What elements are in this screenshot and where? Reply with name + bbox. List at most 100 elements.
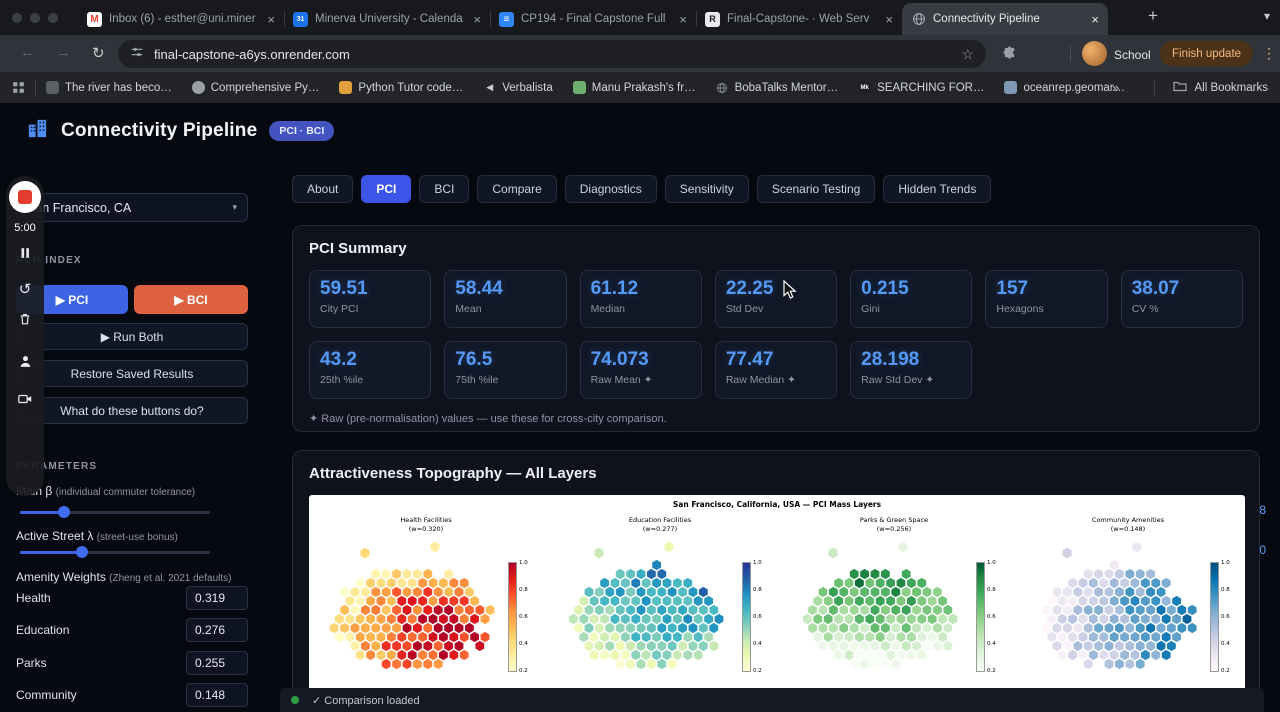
extensions-icon[interactable] xyxy=(1002,46,1017,66)
buttons-help-button[interactable]: What do these buttons do? xyxy=(16,397,248,424)
tab-title: CP194 - Final Capstone Full xyxy=(521,13,666,25)
folder-icon xyxy=(1172,80,1187,95)
weight-input-education[interactable] xyxy=(186,618,248,642)
slider-knob[interactable] xyxy=(58,506,70,518)
tab-sensitivity[interactable]: Sensitivity xyxy=(664,175,749,203)
close-icon[interactable]: × xyxy=(1091,12,1099,27)
lambda-slider[interactable] xyxy=(20,546,210,558)
finish-update-button[interactable]: Finish update xyxy=(1160,41,1254,66)
restore-saved-results-button[interactable]: Restore Saved Results xyxy=(16,360,248,387)
browser-menu-icon[interactable]: ⋮ xyxy=(1262,45,1276,62)
globe-favicon xyxy=(911,12,926,27)
panel-title: PCI Summary xyxy=(309,240,407,257)
bookmark-favicon xyxy=(339,81,353,94)
browser-tab-strip: M Inbox (6) - esther@uni.miner × 31 Mine… xyxy=(0,0,1280,35)
connectivity-pipeline-app: Connectivity Pipeline PCI · BCI San Fran… xyxy=(0,103,1280,712)
tab-list-chevron-icon[interactable]: ▾ xyxy=(1264,9,1270,23)
trash-icon[interactable] xyxy=(16,310,34,328)
bookmark-favicon xyxy=(572,81,586,94)
colorbar-ticks: 1.0 0.8 0.6 0.4 0.2 xyxy=(1221,560,1230,674)
close-icon[interactable]: × xyxy=(267,12,275,27)
browser-tab-render[interactable]: R Final-Capstone- · Web Serv × xyxy=(696,3,902,35)
browser-tab-docs[interactable]: ≡ CP194 - Final Capstone Full × xyxy=(490,3,696,35)
bookmark-item[interactable]: BobaTalks Mentor… xyxy=(716,81,838,94)
forward-icon[interactable]: → xyxy=(56,44,71,61)
bookmark-item[interactable]: Python Tutor code… xyxy=(339,81,463,94)
panel-title: Attractiveness Topography — All Layers xyxy=(309,465,597,482)
close-icon[interactable]: × xyxy=(679,12,687,27)
beta-slider[interactable] xyxy=(20,506,210,518)
window-controls[interactable] xyxy=(12,13,58,23)
topography-panel: Attractiveness Topography — All Layers S… xyxy=(292,450,1260,712)
bookmark-item[interactable]: ◀ Verbalista xyxy=(483,81,552,94)
bookmark-item[interactable]: Manu Prakash's fr… xyxy=(572,81,696,94)
tab-title: Inbox (6) - esther@uni.miner xyxy=(109,13,256,25)
weight-input-parks[interactable] xyxy=(186,651,248,675)
bookmark-favicon: ◀ xyxy=(486,82,494,92)
all-bookmarks-label[interactable]: All Bookmarks xyxy=(1195,82,1269,94)
run-bci-button[interactable]: ▶ BCI xyxy=(134,285,248,314)
tab-diagnostics[interactable]: Diagnostics xyxy=(564,175,657,203)
pci-summary-panel: PCI Summary 59.51 City PCI 58.44 Mean 61.1… xyxy=(292,225,1260,432)
camera-icon[interactable] xyxy=(16,390,34,408)
subplot-education: Education Facilities (w=0.277) 1.0 0.8 0.6 0… xyxy=(543,495,777,712)
bookmarks-divider xyxy=(35,80,36,95)
close-icon[interactable]: × xyxy=(473,12,481,27)
colorbar-ticks: 1.0 0.8 0.6 0.4 0.2 xyxy=(753,560,762,674)
slider-knob[interactable] xyxy=(76,546,88,558)
bookmark-item[interactable]: The river has beco… xyxy=(46,81,172,94)
buildings-logo-icon xyxy=(26,117,49,145)
back-icon[interactable]: ← xyxy=(20,44,35,61)
close-icon[interactable]: × xyxy=(885,12,893,27)
profile-avatar[interactable] xyxy=(1082,41,1107,66)
chevron-down-icon: ▾ xyxy=(232,202,237,212)
status-text: ✓ Comparison loaded xyxy=(312,694,420,707)
run-both-button[interactable]: ▶ Run Both xyxy=(16,323,248,350)
bookmarks-overflow-icon[interactable]: » xyxy=(1112,80,1119,95)
browser-tab-calendar[interactable]: 31 Minerva University - Calenda × xyxy=(284,3,490,35)
bookmark-favicon xyxy=(46,81,59,94)
new-tab-button[interactable]: + xyxy=(1148,6,1158,26)
recording-timer: 5:00 xyxy=(14,222,36,234)
reload-icon[interactable]: ↻ xyxy=(92,44,105,62)
bookmarks-divider xyxy=(1153,80,1155,95)
tab-compare[interactable]: Compare xyxy=(477,175,557,203)
subplot-health: Health Facilities (w=0.320) 1.0 0.8 0.6 0.4 0… xyxy=(309,495,543,712)
tab-title: Minerva University - Calenda xyxy=(315,13,463,25)
weight-label-health: Health xyxy=(16,591,51,605)
bookmark-item[interactable]: Mk SEARCHING FOR… xyxy=(858,81,984,94)
bookmark-item[interactable]: oceanrep.geomar… xyxy=(1004,81,1125,94)
stat-card: 22.25 Std Dev xyxy=(714,270,838,328)
tab-about[interactable]: About xyxy=(292,175,354,203)
weight-input-health[interactable] xyxy=(186,586,248,610)
address-bar[interactable]: final-capstone-a6ys.onrender.com ☆ xyxy=(118,40,986,68)
stat-cards-row1: 59.51 City PCI 58.44 Mean 61.12 Median 22.2… xyxy=(309,270,1243,328)
weight-input-community[interactable] xyxy=(186,683,248,707)
bookmark-item[interactable]: Comprehensive Py… xyxy=(191,81,319,94)
tab-scenario-testing[interactable]: Scenario Testing xyxy=(756,175,876,203)
site-info-icon[interactable] xyxy=(130,45,144,64)
restart-icon[interactable]: ↺ xyxy=(16,280,34,298)
lambda-slider-label: Active Street λ (street-use bonus) xyxy=(16,529,178,543)
tab-hidden-trends[interactable]: Hidden Trends xyxy=(883,175,992,203)
weight-label-community: Community xyxy=(16,688,77,702)
tab-bci[interactable]: BCI xyxy=(419,175,470,203)
browser-tab-connectivity-pipeline[interactable]: Connectivity Pipeline × xyxy=(902,3,1108,35)
weight-label-parks: Parks xyxy=(16,656,47,670)
page-title: Connectivity Pipeline xyxy=(61,120,258,141)
stop-recording-button[interactable] xyxy=(9,181,41,213)
pause-icon[interactable] xyxy=(16,244,34,262)
apps-grid-icon[interactable] xyxy=(12,81,25,94)
calendar-favicon: 31 xyxy=(293,11,308,27)
subplot-parks: Parks & Green Space (w=0.256) 1.0 0.8 0.6 0.… xyxy=(777,495,1011,712)
app-tab-bar: About PCI BCI Compare Diagnostics Sensit… xyxy=(292,175,992,203)
tab-title: Final-Capstone- · Web Serv xyxy=(727,13,870,25)
toolbar-divider xyxy=(1070,45,1071,62)
city-select[interactable]: San Francisco, CA ▾ xyxy=(16,193,248,222)
profile-name[interactable]: School xyxy=(1114,48,1151,62)
browser-tab-inbox[interactable]: M Inbox (6) - esther@uni.miner × xyxy=(78,3,284,35)
annotate-person-icon[interactable] xyxy=(16,352,34,370)
tab-pci[interactable]: PCI xyxy=(361,175,412,203)
url-text[interactable]: final-capstone-a6ys.onrender.com xyxy=(154,47,961,62)
bookmark-star-icon[interactable]: ☆ xyxy=(961,46,974,63)
